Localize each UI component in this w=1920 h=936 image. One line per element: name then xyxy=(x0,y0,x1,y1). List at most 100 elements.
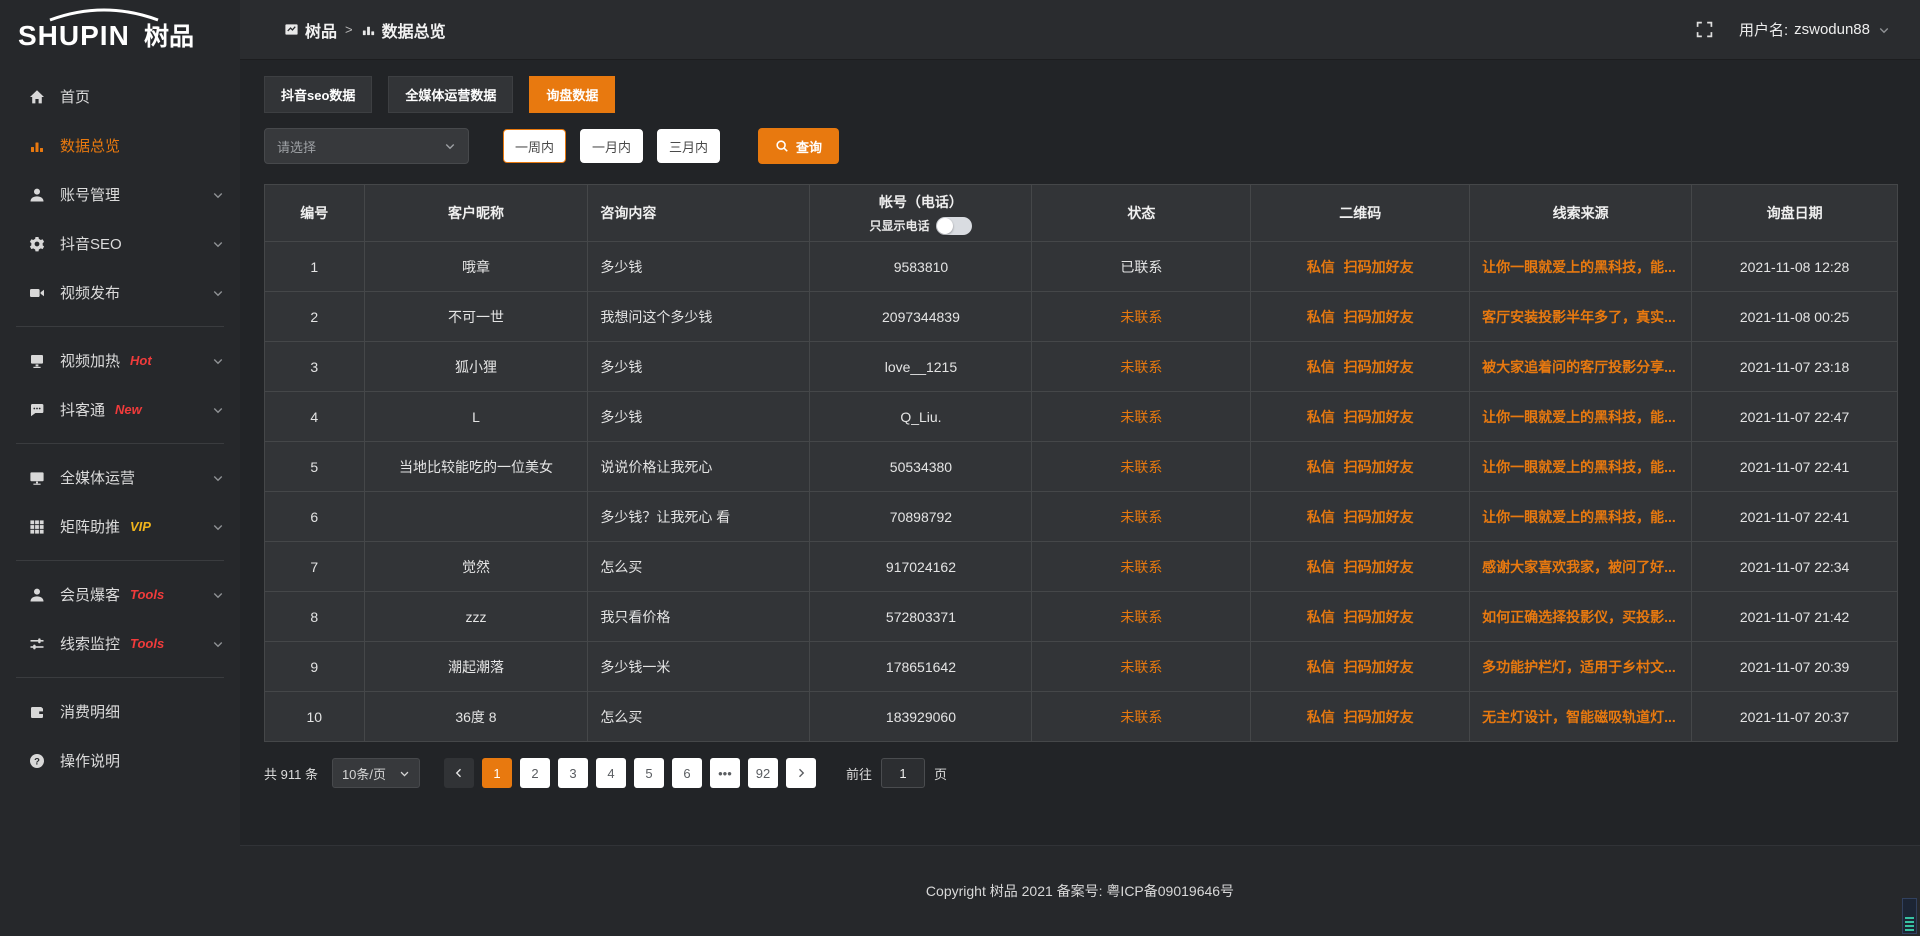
col-header-date: 询盘日期 xyxy=(1692,185,1898,242)
cell-source: 多功能护栏灯，适用于乡村文... xyxy=(1470,642,1692,692)
page-button-92[interactable]: 92 xyxy=(748,758,778,788)
private-message-link[interactable]: 私信 xyxy=(1307,659,1335,675)
source-link[interactable]: 让你一眼就爱上的黑科技，能... xyxy=(1482,509,1676,525)
source-link[interactable]: 如何正确选择投影仪，买投影... xyxy=(1482,609,1676,625)
phone-toggle-row: 只显示电话 xyxy=(816,217,1025,235)
private-message-link[interactable]: 私信 xyxy=(1307,259,1335,275)
goto-label: 前往 xyxy=(846,764,872,783)
scan-add-friend-link[interactable]: 扫码加好友 xyxy=(1344,709,1414,725)
phone-only-toggle[interactable] xyxy=(936,217,972,235)
gear-icon xyxy=(28,235,46,253)
cell-status: 未联系 xyxy=(1032,442,1251,492)
range-button-week[interactable]: 一周内 xyxy=(503,129,566,163)
user-menu[interactable]: 用户名: zswodun88 xyxy=(1739,19,1890,40)
tab-douyin-seo-data[interactable]: 抖音seo数据 xyxy=(264,76,372,113)
scan-add-friend-link[interactable]: 扫码加好友 xyxy=(1344,609,1414,625)
sidebar-item-home[interactable]: 首页 xyxy=(0,72,240,121)
col-header-account: 帐号（电话） 只显示电话 xyxy=(810,185,1032,242)
source-link[interactable]: 客厅安装投影半年多了，真实... xyxy=(1482,309,1676,325)
cell-date: 2021-11-08 00:25 xyxy=(1692,292,1898,342)
chevron-down-icon xyxy=(1878,24,1890,36)
sidebar-item-media-operation[interactable]: 全媒体运营 xyxy=(0,453,240,502)
footer: Copyright 树品 2021 备案号: 粤ICP备09019646号 xyxy=(240,845,1920,936)
filter-select[interactable]: 请选择 xyxy=(264,128,469,164)
sidebar-item-douketong[interactable]: 抖客通New xyxy=(0,385,240,434)
sidebar-item-video-heat[interactable]: 视频加热Hot xyxy=(0,336,240,385)
sidebar-divider xyxy=(16,443,224,444)
page-button-1[interactable]: 1 xyxy=(482,758,512,788)
page-button-5[interactable]: 5 xyxy=(634,758,664,788)
source-link[interactable]: 被大家追着问的客厅投影分享... xyxy=(1482,359,1676,375)
sidebar-item-label: 账号管理 xyxy=(60,184,120,205)
table-row: 10 36度 8 怎么买 183929060 未联系 私信 扫码加好友 无主灯设… xyxy=(265,692,1898,742)
scan-add-friend-link[interactable]: 扫码加好友 xyxy=(1344,459,1414,475)
cell-source: 感谢大家喜欢我家，被问了好... xyxy=(1470,542,1692,592)
private-message-link[interactable]: 私信 xyxy=(1307,709,1335,725)
sidebar-item-help[interactable]: ? 操作说明 xyxy=(0,736,240,785)
page-ellipsis-button[interactable]: ••• xyxy=(710,758,740,788)
fullscreen-icon[interactable] xyxy=(1696,21,1713,38)
page-button-2[interactable]: 2 xyxy=(520,758,550,788)
page-size-select[interactable]: 10条/页 xyxy=(332,758,420,788)
private-message-link[interactable]: 私信 xyxy=(1307,509,1335,525)
breadcrumb-item-overview[interactable]: 数据总览 xyxy=(361,18,446,42)
scan-add-friend-link[interactable]: 扫码加好友 xyxy=(1344,359,1414,375)
scan-add-friend-link[interactable]: 扫码加好友 xyxy=(1344,409,1414,425)
sidebar-item-douyin-seo[interactable]: 抖音SEO xyxy=(0,219,240,268)
scan-add-friend-link[interactable]: 扫码加好友 xyxy=(1344,559,1414,575)
main-area: 树品 > 数据总览 用户名: zswodun88 xyxy=(240,0,1920,936)
goto-suffix: 页 xyxy=(934,764,947,783)
sidebar-item-account-manage[interactable]: 账号管理 xyxy=(0,170,240,219)
goto-page-input[interactable] xyxy=(881,758,925,788)
page-button-4[interactable]: 4 xyxy=(596,758,626,788)
private-message-link[interactable]: 私信 xyxy=(1307,459,1335,475)
private-message-link[interactable]: 私信 xyxy=(1307,309,1335,325)
sidebar-item-clue-monitor[interactable]: 线索监控Tools xyxy=(0,619,240,668)
search-button[interactable]: 查询 xyxy=(758,128,839,164)
chevron-down-icon xyxy=(212,404,224,416)
cell-nickname: 哦章 xyxy=(364,242,588,292)
sidebar-item-label: 视频加热 xyxy=(60,350,120,371)
tab-inquiry-data[interactable]: 询盘数据 xyxy=(529,76,615,113)
private-message-link[interactable]: 私信 xyxy=(1307,409,1335,425)
table-row: 8 zzz 我只看价格 572803371 未联系 私信 扫码加好友 如何正确选… xyxy=(265,592,1898,642)
cell-id: 9 xyxy=(265,642,365,692)
cell-status: 未联系 xyxy=(1032,642,1251,692)
logo-text-cn: 树品 xyxy=(144,23,194,51)
cell-nickname xyxy=(364,492,588,542)
sidebar-item-expense-detail[interactable]: 消费明细 xyxy=(0,687,240,736)
private-message-link[interactable]: 私信 xyxy=(1307,359,1335,375)
private-message-link[interactable]: 私信 xyxy=(1307,609,1335,625)
sidebar-badge: Tools xyxy=(130,587,164,602)
prev-page-button[interactable] xyxy=(444,758,474,788)
breadcrumb-item-app[interactable]: 树品 xyxy=(284,18,337,42)
scan-add-friend-link[interactable]: 扫码加好友 xyxy=(1344,309,1414,325)
range-button-quarter[interactable]: 三月内 xyxy=(657,129,720,163)
source-link[interactable]: 让你一眼就爱上的黑科技，能... xyxy=(1482,259,1676,275)
source-link[interactable]: 无主灯设计，智能磁吸轨道灯... xyxy=(1482,709,1676,725)
tab-media-operation-data[interactable]: 全媒体运营数据 xyxy=(388,76,513,113)
source-link[interactable]: 多功能护栏灯，适用于乡村文... xyxy=(1482,659,1676,675)
sidebar-item-matrix-boost[interactable]: 矩阵助推VIP xyxy=(0,502,240,551)
source-link[interactable]: 让你一眼就爱上的黑科技，能... xyxy=(1482,459,1676,475)
scan-add-friend-link[interactable]: 扫码加好友 xyxy=(1344,509,1414,525)
pagination: 共 911 条 10条/页 123456•••92 前往 页 xyxy=(264,758,1898,788)
cell-id: 4 xyxy=(265,392,365,442)
scan-add-friend-link[interactable]: 扫码加好友 xyxy=(1344,259,1414,275)
home-icon xyxy=(28,88,46,106)
next-page-button[interactable] xyxy=(786,758,816,788)
page-button-3[interactable]: 3 xyxy=(558,758,588,788)
source-link[interactable]: 感谢大家喜欢我家，被问了好... xyxy=(1482,559,1676,575)
sidebar-item-video-publish[interactable]: 视频发布 xyxy=(0,268,240,317)
source-link[interactable]: 让你一眼就爱上的黑科技，能... xyxy=(1482,409,1676,425)
scan-add-friend-link[interactable]: 扫码加好友 xyxy=(1344,659,1414,675)
chart-icon xyxy=(361,22,376,37)
cell-status: 未联系 xyxy=(1032,492,1251,542)
col-header-content: 咨询内容 xyxy=(588,185,810,242)
private-message-link[interactable]: 私信 xyxy=(1307,559,1335,575)
logo-text-en: SHUPIN xyxy=(18,20,130,51)
page-button-6[interactable]: 6 xyxy=(672,758,702,788)
sidebar-item-member-burst[interactable]: 会员爆客Tools xyxy=(0,570,240,619)
range-button-month[interactable]: 一月内 xyxy=(580,129,643,163)
sidebar-item-data-overview[interactable]: 数据总览 xyxy=(0,121,240,170)
